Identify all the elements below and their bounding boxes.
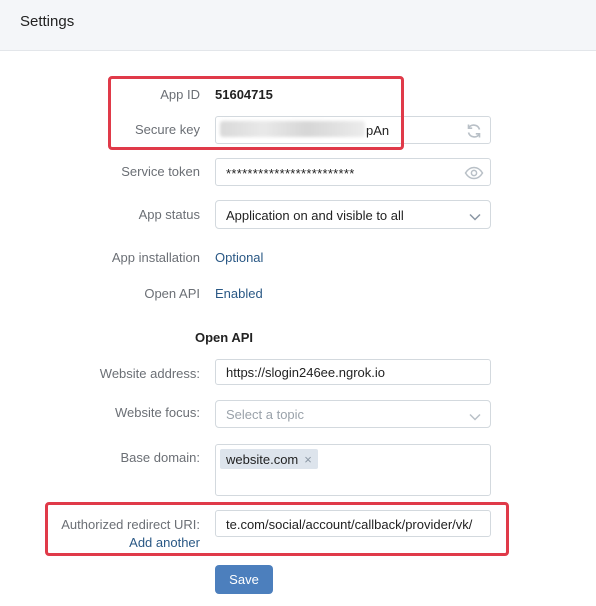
settings-header: Settings bbox=[0, 0, 596, 51]
app-status-select[interactable]: Application on and visible to all bbox=[215, 200, 491, 229]
base-domain-label: Base domain: bbox=[120, 450, 201, 465]
website-focus-label: Website focus: bbox=[114, 405, 200, 420]
open-api-label: Open API bbox=[144, 286, 200, 301]
app-installation-label: App installation bbox=[111, 250, 200, 265]
domain-tag: website.com × bbox=[220, 449, 318, 469]
page-title: Settings bbox=[20, 13, 75, 30]
save-button[interactable]: Save bbox=[215, 565, 273, 594]
website-address-input[interactable]: https://slogin246ee.ngrok.io bbox=[215, 359, 491, 385]
open-api-section-title: Open API bbox=[195, 330, 254, 345]
service-token-value: ************************ bbox=[226, 166, 355, 181]
service-token-label: Service token bbox=[121, 164, 200, 179]
highlight-box-redirect-uri bbox=[45, 502, 509, 556]
base-domain-input[interactable]: website.com × bbox=[215, 444, 491, 496]
open-api-link[interactable]: Enabled bbox=[215, 286, 263, 301]
eye-icon[interactable] bbox=[464, 164, 484, 185]
service-token-field[interactable]: ************************ bbox=[215, 158, 491, 186]
app-status-value: Application on and visible to all bbox=[226, 208, 404, 223]
website-focus-select[interactable]: Select a topic bbox=[215, 400, 491, 428]
chevron-down-icon bbox=[468, 210, 482, 225]
app-status-label: App status bbox=[138, 207, 200, 222]
remove-tag-icon[interactable]: × bbox=[304, 452, 312, 467]
website-focus-placeholder: Select a topic bbox=[226, 407, 305, 422]
highlight-box-app-credentials bbox=[108, 76, 404, 150]
domain-tag-label: website.com bbox=[226, 451, 299, 467]
app-installation-link[interactable]: Optional bbox=[215, 250, 263, 265]
chevron-down-icon bbox=[468, 410, 482, 425]
website-address-value: https://slogin246ee.ngrok.io bbox=[226, 365, 385, 380]
refresh-icon[interactable] bbox=[464, 121, 484, 144]
website-address-label: Website address: bbox=[99, 366, 200, 381]
